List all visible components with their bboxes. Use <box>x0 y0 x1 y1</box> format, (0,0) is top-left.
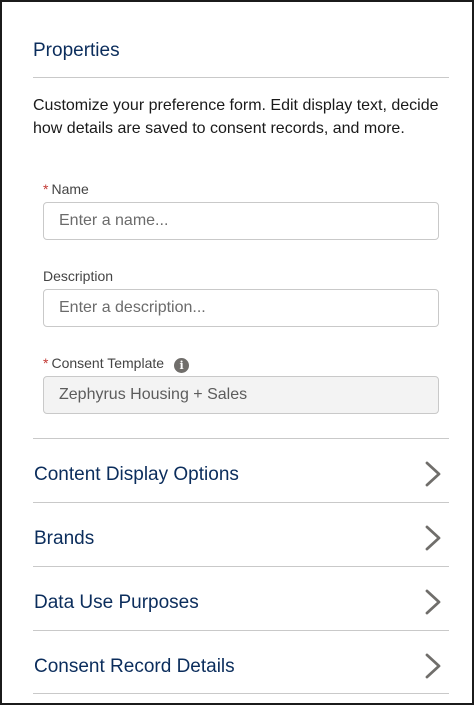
section-consent-record-details[interactable]: Consent Record Details <box>33 630 449 694</box>
name-label-text: Name <box>51 181 89 197</box>
consent-template-value: Zephyrus Housing + Sales <box>59 386 248 403</box>
required-marker: * <box>43 355 49 371</box>
description-input[interactable] <box>43 289 439 327</box>
name-input[interactable] <box>43 202 439 240</box>
chevron-right-icon <box>425 653 441 679</box>
section-label: Consent Record Details <box>34 656 235 677</box>
chevron-right-icon <box>425 589 441 615</box>
panel-title: Properties <box>33 40 120 61</box>
panel-description: Customize your preference form. Edit dis… <box>33 97 439 137</box>
consent-template-field: Zephyrus Housing + Sales <box>43 376 439 414</box>
section-label: Data Use Purposes <box>34 592 199 613</box>
section-data-use-purposes[interactable]: Data Use Purposes <box>33 566 449 630</box>
consent-template-label-text: Consent Template <box>51 355 165 371</box>
description-label: Description <box>43 268 113 284</box>
title-divider <box>33 77 449 78</box>
chevron-right-icon <box>425 525 441 551</box>
properties-panel: Properties Customize your preference for… <box>0 0 474 705</box>
name-label: * Name <box>43 181 89 197</box>
section-list: Content Display Options Brands Data Use … <box>33 438 449 694</box>
consent-template-label: * Consent Template i <box>43 355 190 373</box>
section-label: Content Display Options <box>34 464 239 485</box>
description-label-text: Description <box>43 268 114 284</box>
section-content-display-options[interactable]: Content Display Options <box>33 438 449 502</box>
required-marker: * <box>43 181 49 197</box>
section-label: Brands <box>34 528 95 549</box>
section-brands[interactable]: Brands <box>33 502 449 566</box>
chevron-right-icon <box>425 461 441 487</box>
info-icon[interactable]: i <box>174 358 190 373</box>
